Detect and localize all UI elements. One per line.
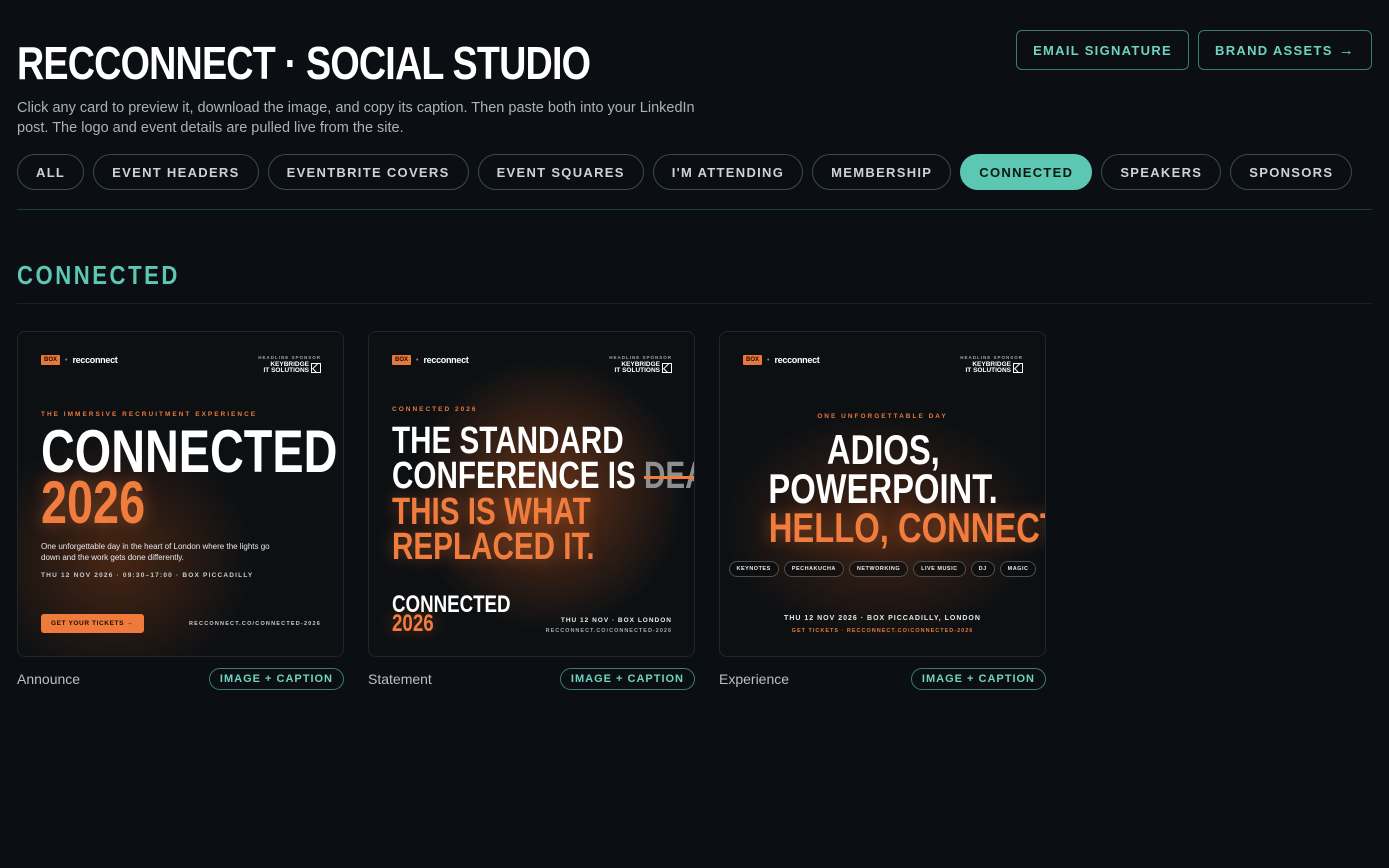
recconnect-logo: recconnect xyxy=(423,355,469,365)
logo-dot: • xyxy=(416,356,419,364)
card-kicker: ONE UNFORGETTABLE DAY xyxy=(817,413,948,420)
card-footer: Announce IMAGE + CAPTION xyxy=(17,668,344,690)
struck-word: DEAD xyxy=(643,455,694,497)
footer-year: 2026 xyxy=(392,610,434,637)
filter-all[interactable]: ALL xyxy=(17,154,85,190)
card-name: Experience xyxy=(719,671,790,687)
card-name: Statement xyxy=(368,671,432,687)
filter-sponsors[interactable]: SPONSORS xyxy=(1230,154,1353,190)
divider xyxy=(17,209,1372,210)
card-url: RECCONNECT.CO/CONNECTED-2026 xyxy=(545,628,672,634)
tickets-cta: GET YOUR TICKETS → xyxy=(41,614,144,633)
filter-speakers[interactable]: SPEAKERS xyxy=(1101,154,1222,190)
email-signature-label: EMAIL SIGNATURE xyxy=(1033,42,1172,58)
page-subtitle: Click any card to preview it, download t… xyxy=(17,100,695,136)
sponsor-name-line-2: IT SOLUTIONS xyxy=(263,367,310,374)
sponsor-label: HEADLINE SPONSOR xyxy=(960,355,1023,360)
brand-assets-button[interactable]: BRAND ASSETS → xyxy=(1198,30,1372,70)
card-kicker: CONNECTED 2026 xyxy=(392,406,478,413)
statement-line-1: THE STANDARD xyxy=(392,420,624,462)
card-meta: THU 12 NOV · BOX LONDON xyxy=(560,617,672,624)
card-name: Announce xyxy=(17,671,81,687)
filter-eventbrite-covers[interactable]: EVENTBRITE COVERS xyxy=(267,154,469,190)
card-body: One unforgettable day in the heart of Lo… xyxy=(41,542,270,562)
statement-line-4: REPLACED IT. xyxy=(392,526,595,568)
card-experience: BOX • recconnect HEADLINE SPONSOR KEYBRI… xyxy=(719,331,1046,690)
divider xyxy=(17,303,1372,304)
top-actions: EMAIL SIGNATURE BRAND ASSETS → xyxy=(1016,30,1372,70)
card-url: GET TICKETS · RECCONNECT.CO/CONNECTED-20… xyxy=(791,628,974,634)
box-logo: BOX xyxy=(41,355,61,365)
event-logo: BOX • recconnect xyxy=(41,355,118,365)
tag-magic: MAGIC xyxy=(999,561,1037,577)
card-announce: BOX • recconnect HEADLINE SPONSOR KEYBRI… xyxy=(17,331,344,690)
sponsor-logo: KEYBRIDGE IT SOLUTIONS xyxy=(258,361,321,374)
sponsor-logo: KEYBRIDGE IT SOLUTIONS xyxy=(960,361,1023,374)
card-preview-experience[interactable]: BOX • recconnect HEADLINE SPONSOR KEYBRI… xyxy=(719,331,1046,657)
keybridge-icon xyxy=(662,363,672,373)
filter-im-attending[interactable]: I'M ATTENDING xyxy=(652,154,804,190)
filter-bar: ALL EVENT HEADERS EVENTBRITE COVERS EVEN… xyxy=(17,154,1353,190)
card-footer: Statement IMAGE + CAPTION xyxy=(368,668,695,690)
filter-connected[interactable]: CONNECTED xyxy=(960,154,1093,190)
card-statement: BOX • recconnect HEADLINE SPONSOR KEYBRI… xyxy=(368,331,695,690)
card-preview-announce[interactable]: BOX • recconnect HEADLINE SPONSOR KEYBRI… xyxy=(17,331,344,657)
image-caption-badge[interactable]: IMAGE + CAPTION xyxy=(910,668,1046,690)
sponsor-name-line-2: IT SOLUTIONS xyxy=(614,367,661,374)
filter-membership[interactable]: MEMBERSHIP xyxy=(812,154,952,190)
card-meta: THU 12 NOV 2026 · 09:30–17:00 · BOX PICC… xyxy=(41,572,254,579)
tag-dj: DJ xyxy=(970,561,995,577)
event-logo: BOX • recconnect xyxy=(392,355,469,365)
card-url: RECCONNECT.CO/CONNECTED-2026 xyxy=(188,621,321,627)
sponsor-name: KEYBRIDGE IT SOLUTIONS xyxy=(965,361,1012,374)
card-headline-year: 2026 xyxy=(41,469,146,536)
card-preview-statement[interactable]: BOX • recconnect HEADLINE SPONSOR KEYBRI… xyxy=(368,331,695,657)
sponsor-block: HEADLINE SPONSOR KEYBRIDGE IT SOLUTIONS xyxy=(258,355,321,374)
card-footer: Experience IMAGE + CAPTION xyxy=(719,668,1046,690)
sponsor-label: HEADLINE SPONSOR xyxy=(609,355,672,360)
sponsor-block: HEADLINE SPONSOR KEYBRIDGE IT SOLUTIONS xyxy=(609,355,672,374)
card-kicker: THE IMMERSIVE RECRUITMENT EXPERIENCE xyxy=(41,411,258,418)
statement-line-2: CONFERENCE IS DEAD. xyxy=(392,457,694,495)
statement-line-3: THIS IS WHAT xyxy=(392,491,591,533)
tag-networking: NETWORKING xyxy=(848,561,909,577)
recconnect-logo: recconnect xyxy=(774,355,820,365)
arrow-right-icon: → xyxy=(1338,41,1355,59)
image-caption-badge[interactable]: IMAGE + CAPTION xyxy=(559,668,695,690)
event-logo: BOX • recconnect xyxy=(743,355,820,365)
experience-line-3: HELLO, CONNECTED. xyxy=(720,504,1045,551)
sponsor-name: KEYBRIDGE IT SOLUTIONS xyxy=(263,361,310,374)
tag-keynotes: KEYNOTES xyxy=(728,561,779,577)
keybridge-icon xyxy=(311,363,321,373)
box-logo: BOX xyxy=(743,355,763,365)
sponsor-name: KEYBRIDGE IT SOLUTIONS xyxy=(614,361,661,374)
keybridge-icon xyxy=(1013,363,1023,373)
recconnect-logo: recconnect xyxy=(72,355,118,365)
card-meta: THU 12 NOV 2026 · BOX PICCADILLY, LONDON xyxy=(784,615,981,622)
tag-live-music: LIVE MUSIC xyxy=(913,561,966,577)
sponsor-block: HEADLINE SPONSOR KEYBRIDGE IT SOLUTIONS xyxy=(960,355,1023,374)
box-logo: BOX xyxy=(392,355,412,365)
logo-dot: • xyxy=(65,356,68,364)
sponsor-label: HEADLINE SPONSOR xyxy=(258,355,321,360)
section-title: CONNECTED xyxy=(17,260,180,290)
email-signature-button[interactable]: EMAIL SIGNATURE xyxy=(1016,30,1189,70)
filter-event-squares[interactable]: EVENT SQUARES xyxy=(477,154,644,190)
sponsor-logo: KEYBRIDGE IT SOLUTIONS xyxy=(609,361,672,374)
filter-event-headers[interactable]: EVENT HEADERS xyxy=(93,154,259,190)
image-caption-badge[interactable]: IMAGE + CAPTION xyxy=(208,668,344,690)
tag-pechakucha: PECHAKUCHA xyxy=(783,561,844,577)
feature-tags: KEYNOTES PECHAKUCHA NETWORKING LIVE MUSI… xyxy=(720,561,1045,577)
logo-dot: • xyxy=(767,356,770,364)
brand-assets-label: BRAND ASSETS xyxy=(1215,42,1333,58)
experience-line-3-text: HELLO, CONNECTED. xyxy=(768,504,1045,551)
page-title: RECCONNECT · SOCIAL STUDIO xyxy=(17,37,591,89)
sponsor-name-line-2: IT SOLUTIONS xyxy=(965,367,1012,374)
